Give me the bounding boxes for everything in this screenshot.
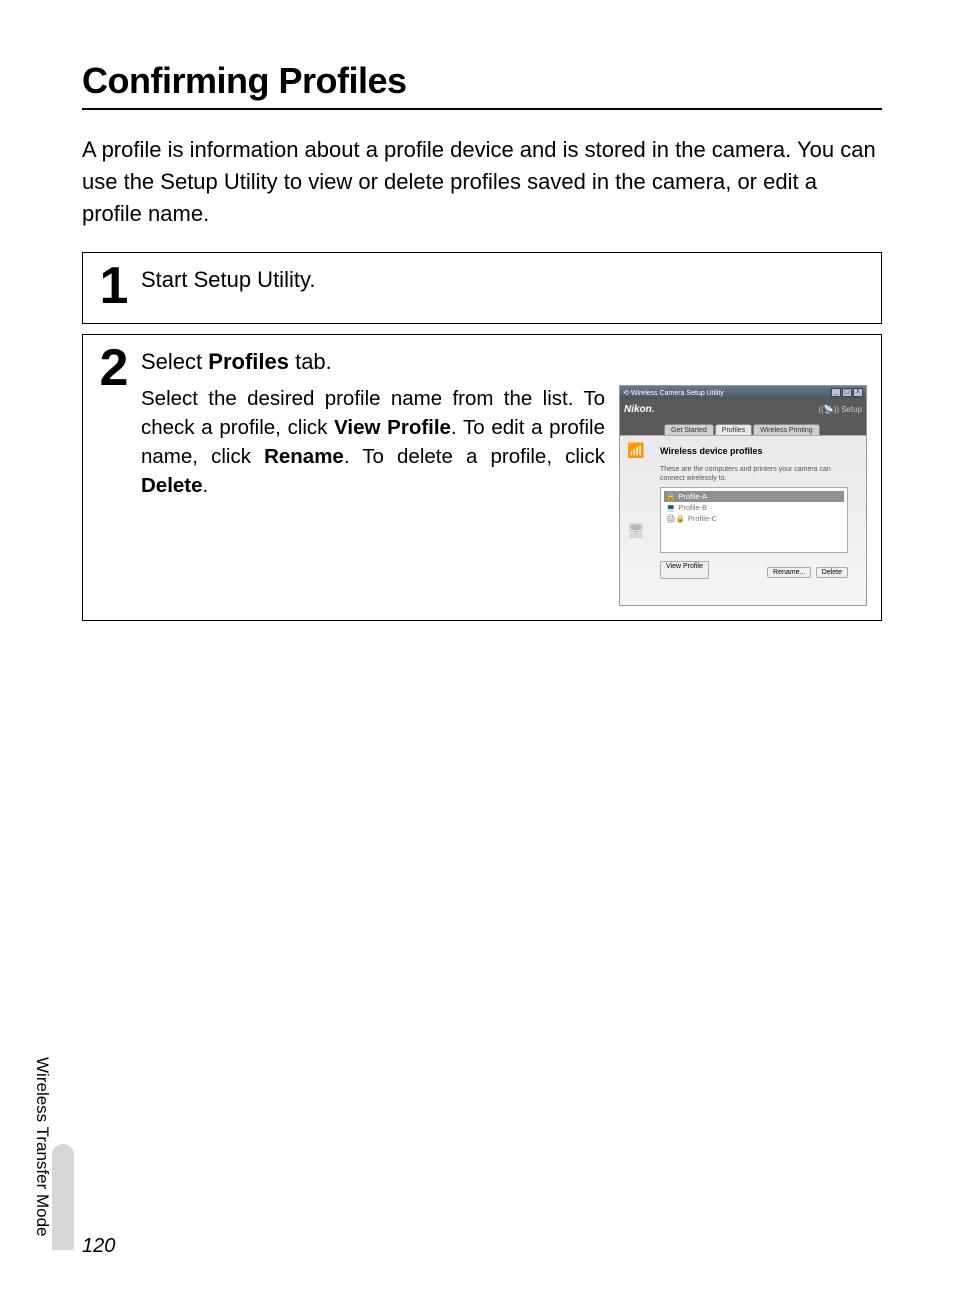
page-number: 120 bbox=[82, 1235, 115, 1258]
maximize-button[interactable]: ▢ bbox=[842, 388, 852, 397]
lock-icon: 🔒 bbox=[666, 492, 675, 501]
computer-icon: 💻 bbox=[666, 503, 675, 512]
step-2-head-pre: Select bbox=[141, 349, 208, 374]
step-1-box: 1 Start Setup Utility. bbox=[82, 252, 882, 325]
rename-button[interactable]: Rename... bbox=[767, 567, 811, 578]
printer-lock-icon: 🖨🔒 bbox=[666, 514, 685, 523]
setup-utility-screenshot: ⟲ Wireless Camera Setup Utility _ ▢ X Ni… bbox=[619, 385, 867, 606]
brand-logo: Nikon. bbox=[624, 404, 655, 415]
panel-heading: Wireless device profiles bbox=[660, 446, 848, 456]
tab-get-started[interactable]: Get Started bbox=[664, 424, 714, 435]
minimize-button[interactable]: _ bbox=[831, 388, 841, 397]
tab-row: Get Started Profiles Wireless Printing bbox=[620, 417, 866, 435]
step-2-head-bold: Profiles bbox=[208, 349, 289, 374]
brand-setup-label: ((📡))Setup bbox=[818, 405, 862, 414]
step-2-heading: Select Profiles tab. bbox=[141, 349, 867, 375]
panel-canvas: 📶 🖥 Wireless device profiles These are t… bbox=[620, 435, 866, 605]
step-1-number: 1 bbox=[91, 263, 137, 310]
step-2-text-1b: View Profile bbox=[334, 416, 451, 439]
profile-b-label: Profile-B bbox=[678, 503, 707, 512]
button-row: View Profile Rename... Delete bbox=[660, 561, 848, 579]
step-2-body: Select the desired profile name from the… bbox=[141, 385, 605, 500]
delete-button[interactable]: Delete bbox=[816, 567, 848, 578]
window-title-text: Wireless Camera Setup Utility bbox=[631, 390, 724, 397]
view-profile-button[interactable]: View Profile bbox=[660, 561, 709, 579]
profile-item-a[interactable]: 🔒Profile-A bbox=[664, 491, 844, 502]
tab-profiles[interactable]: Profiles bbox=[715, 424, 752, 435]
profile-item-c[interactable]: 🖨🔒Profile-C bbox=[664, 513, 844, 524]
step-2-head-post: tab. bbox=[289, 349, 332, 374]
wifi-icon: 📶 bbox=[626, 442, 646, 462]
profile-c-label: Profile-C bbox=[688, 514, 717, 523]
titlebar-icon: ⟲ Wireless Camera Setup Utility bbox=[623, 389, 724, 397]
step-2-text-1f: Delete bbox=[141, 474, 203, 497]
tab-wireless-printing[interactable]: Wireless Printing bbox=[753, 424, 820, 435]
close-button[interactable]: X bbox=[853, 388, 863, 397]
device-icon: 🖥 bbox=[626, 522, 646, 542]
section-label: Wireless Transfer Mode bbox=[32, 1057, 52, 1251]
section-side-tab: Wireless Transfer Mode bbox=[32, 1057, 74, 1251]
step-2-text-1d: Rename bbox=[264, 445, 344, 468]
panel-subtext: These are the computers and printers you… bbox=[660, 466, 848, 483]
step-1-heading: Start Setup Utility. bbox=[141, 267, 867, 293]
profile-a-label: Profile-A bbox=[678, 492, 707, 501]
title-rule bbox=[82, 108, 882, 110]
page-title: Confirming Profiles bbox=[82, 60, 882, 102]
section-tab-shape bbox=[52, 1144, 74, 1250]
step-2-number: 2 bbox=[91, 345, 137, 392]
step-2-text-1g: . bbox=[203, 474, 209, 497]
step-2-text-1e: . To delete a profile, click bbox=[344, 445, 605, 468]
step-2-box: 2 Select Profiles tab. Select the desire… bbox=[82, 334, 882, 621]
profile-item-b[interactable]: 💻Profile-B bbox=[664, 502, 844, 513]
antenna-icon: ((📡)) bbox=[818, 405, 839, 414]
intro-paragraph: A profile is information about a profile… bbox=[82, 134, 882, 230]
window-titlebar: ⟲ Wireless Camera Setup Utility _ ▢ X bbox=[620, 386, 866, 399]
profiles-listbox[interactable]: 🔒Profile-A 💻Profile-B 🖨🔒Profile-C bbox=[660, 487, 848, 553]
brand-bar: Nikon. ((📡))Setup bbox=[620, 399, 866, 419]
